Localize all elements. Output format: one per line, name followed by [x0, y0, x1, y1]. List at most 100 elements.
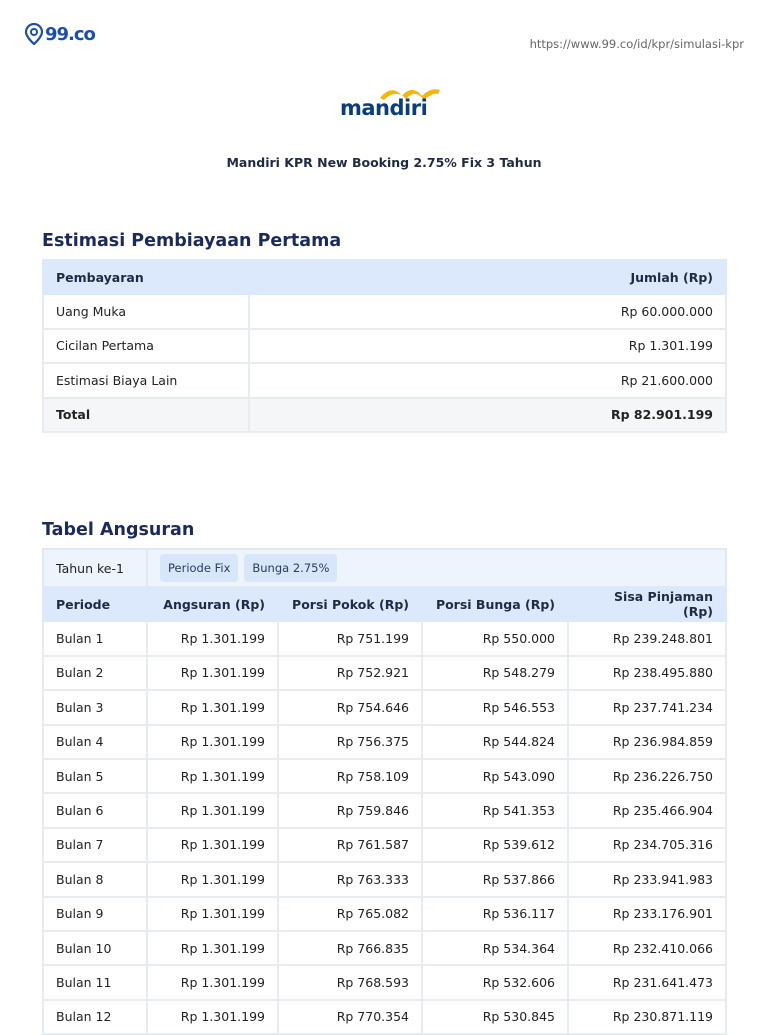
row-value: Rp 1.301.199 — [248, 327, 727, 365]
col-pembayaran: Pembayaran — [42, 258, 250, 296]
table-row: Bulan 11 Rp 1.301.199 Rp 768.593 Rp 532.606… — [42, 964, 727, 1001]
table-cell: Rp 1.301.199 — [146, 895, 279, 932]
location-pin-icon — [25, 23, 43, 45]
table-cell: Rp 770.354 — [277, 998, 423, 1035]
row-label: Uang Muka — [42, 293, 250, 330]
table-cell: Rp 766.835 — [277, 929, 423, 967]
chip-periode-fix: Periode Fix — [160, 554, 239, 582]
table-cell: Rp 1.301.199 — [146, 792, 279, 829]
table-cell: Rp 234.705.316 — [567, 826, 727, 864]
estimasi-table: Pembayaran Jumlah (Rp) Uang Muka Rp 60.00… — [42, 258, 727, 433]
table-row: Bulan 5 Rp 1.301.199 Rp 758.109 Rp 543.090 R… — [42, 757, 727, 795]
table-row: Uang Muka Rp 60.000.000 — [42, 293, 727, 330]
table-cell: Rp 1.301.199 — [146, 826, 279, 864]
total-row: Total Rp 82.901.199 — [42, 396, 727, 433]
table-cell: Rp 758.109 — [277, 757, 423, 795]
brand-name: 99.co — [45, 23, 96, 45]
table-cell: Rp 236.226.750 — [567, 757, 727, 795]
table-row: Bulan 12 Rp 1.301.199 Rp 770.354 Rp 530.845… — [42, 998, 727, 1035]
mandiri-logo: mandiri — [338, 86, 444, 122]
table-cell: Bulan 11 — [42, 964, 148, 1001]
table-cell: Bulan 7 — [42, 826, 148, 864]
table-cell: Rp 763.333 — [277, 861, 423, 898]
table-cell: Rp 1.301.199 — [146, 757, 279, 795]
col-jumlah: Jumlah (Rp) — [248, 258, 727, 296]
table-cell: Rp 1.301.199 — [146, 929, 279, 967]
table-cell: Rp 1.301.199 — [146, 654, 279, 692]
table-row: Bulan 9 Rp 1.301.199 Rp 765.082 Rp 536.117 R… — [42, 895, 727, 932]
table-cell: Rp 233.176.901 — [567, 895, 727, 932]
table-cell: Bulan 10 — [42, 929, 148, 967]
table-cell: Rp 235.466.904 — [567, 792, 727, 829]
table-cell: Rp 1.301.199 — [146, 723, 279, 760]
99co-logo[interactable]: 99.co — [25, 23, 96, 45]
table-row: Bulan 3 Rp 1.301.199 Rp 754.646 Rp 546.553 R… — [42, 689, 727, 726]
column-header: Porsi Pokok (Rp) — [277, 585, 423, 623]
table-row: Bulan 8 Rp 1.301.199 Rp 763.333 Rp 537.866 R… — [42, 861, 727, 898]
table-cell: Rp 232.410.066 — [567, 929, 727, 967]
table-cell: Rp 233.941.983 — [567, 861, 727, 898]
table-cell: Rp 546.553 — [421, 689, 569, 726]
table-cell: Rp 759.846 — [277, 792, 423, 829]
product-title: Mandiri KPR New Booking 2.75% Fix 3 Tahu… — [226, 155, 542, 170]
table-cell: Rp 543.090 — [421, 757, 569, 795]
table-cell: Bulan 5 — [42, 757, 148, 795]
table-row: Bulan 10 Rp 1.301.199 Rp 766.835 Rp 534.364… — [42, 929, 727, 967]
table-cell: Rp 768.593 — [277, 964, 423, 1001]
table-cell: Bulan 9 — [42, 895, 148, 932]
year-label: Tahun ke-1 — [42, 548, 148, 588]
table-row: Cicilan Pertama Rp 1.301.199 — [42, 327, 727, 365]
table-cell: Bulan 8 — [42, 861, 148, 898]
table-cell: Rp 1.301.199 — [146, 998, 279, 1035]
header-row: Periode Angsuran (Rp) Porsi Pokok (Rp) Pors… — [42, 585, 727, 623]
table-cell: Rp 761.587 — [277, 826, 423, 864]
table-cell: Rp 754.646 — [277, 689, 423, 726]
table-cell: Rp 532.606 — [421, 964, 569, 1001]
table-cell: Rp 752.921 — [277, 654, 423, 692]
table-cell: Rp 548.279 — [421, 654, 569, 692]
table-cell: Bulan 12 — [42, 998, 148, 1035]
chip-bunga: Bunga 2.75% — [244, 554, 338, 582]
row-label: Estimasi Biaya Lain — [42, 362, 250, 399]
table-row: Bulan 4 Rp 1.301.199 Rp 756.375 Rp 544.824 R… — [42, 723, 727, 760]
table-cell: Rp 236.984.859 — [567, 723, 727, 760]
table-cell: Rp 1.301.199 — [146, 689, 279, 726]
table-cell: Rp 230.871.119 — [567, 998, 727, 1035]
table-cell: Bulan 3 — [42, 689, 148, 726]
column-header: Angsuran (Rp) — [146, 585, 279, 623]
table-cell: Rp 539.612 — [421, 826, 569, 864]
table-cell: Rp 550.000 — [421, 620, 569, 657]
table-cell: Rp 530.845 — [421, 998, 569, 1035]
table-row: Estimasi Biaya Lain Rp 21.600.000 — [42, 362, 727, 399]
angsuran-table: Tahun ke-1 Periode Fix Bunga 2.75% Period… — [42, 548, 727, 1035]
chips-cell: Periode Fix Bunga 2.75% — [146, 548, 727, 588]
row-label: Cicilan Pertama — [42, 327, 250, 365]
estimasi-title: Estimasi Pembiayaan Pertama — [42, 231, 342, 251]
table-cell: Rp 541.353 — [421, 792, 569, 829]
column-header: Sisa Pinjaman (Rp) — [567, 585, 727, 623]
table-row: Bulan 2 Rp 1.301.199 Rp 752.921 Rp 548.279 R… — [42, 654, 727, 692]
table-cell: Rp 751.199 — [277, 620, 423, 657]
table-cell: Bulan 6 — [42, 792, 148, 829]
table-row: Bulan 7 Rp 1.301.199 Rp 761.587 Rp 539.612 R… — [42, 826, 727, 864]
table-row: Bulan 1 Rp 1.301.199 Rp 751.199 Rp 550.000 R… — [42, 620, 727, 657]
table-cell: Bulan 1 — [42, 620, 148, 657]
table-cell: Rp 238.495.880 — [567, 654, 727, 692]
mandiri-wordmark: mandiri — [340, 96, 428, 120]
angsuran-title: Tabel Angsuran — [42, 520, 195, 540]
table-cell: Rp 765.082 — [277, 895, 423, 932]
column-header: Porsi Bunga (Rp) — [421, 585, 569, 623]
page-url: https://www.99.co/id/kpr/simulasi-kpr — [529, 37, 744, 51]
table-cell: Rp 534.364 — [421, 929, 569, 967]
row-value: Rp 21.600.000 — [248, 362, 727, 399]
table-cell: Rp 237.741.234 — [567, 689, 727, 726]
column-header: Periode — [42, 585, 148, 623]
table-cell: Rp 239.248.801 — [567, 620, 727, 657]
total-label: Total — [42, 396, 250, 433]
table-cell: Rp 544.824 — [421, 723, 569, 760]
table-cell: Rp 537.866 — [421, 861, 569, 898]
row-value: Rp 60.000.000 — [248, 293, 727, 330]
table-cell: Rp 1.301.199 — [146, 861, 279, 898]
table-cell: Rp 536.117 — [421, 895, 569, 932]
year-row: Tahun ke-1 Periode Fix Bunga 2.75% — [42, 548, 727, 588]
